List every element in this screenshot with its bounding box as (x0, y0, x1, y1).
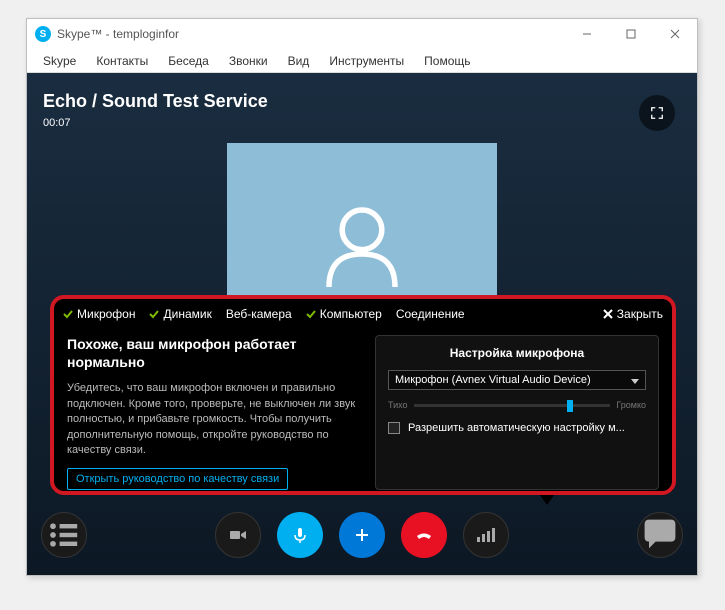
hangup-button[interactable] (401, 512, 447, 558)
volume-slider-row: Тихо Громко (388, 400, 646, 410)
window-controls (565, 19, 697, 49)
avatar-icon (307, 188, 417, 298)
volume-max-label: Громко (616, 400, 646, 410)
minimize-button[interactable] (565, 19, 609, 49)
panel-arrow (537, 491, 557, 505)
tab-speaker[interactable]: Динамик (149, 307, 211, 321)
check-icon (149, 309, 159, 319)
app-window: S Skype™ - temploginfor Skype Контакты Б… (26, 18, 698, 576)
call-area: Echo / Sound Test Service 00:07 Микрофон… (27, 73, 697, 575)
close-panel-button[interactable]: Закрыть (603, 307, 663, 321)
menu-tools[interactable]: Инструменты (319, 51, 414, 71)
signal-icon (477, 528, 495, 542)
plus-icon (352, 525, 372, 545)
menu-conversation[interactable]: Беседа (158, 51, 219, 71)
window-title: Skype™ - temploginfor (57, 27, 179, 41)
auto-adjust-label: Разрешить автоматическую настройку м... (408, 422, 625, 434)
expand-icon (650, 106, 664, 120)
call-controls (27, 505, 697, 565)
settings-tabs: Микрофон Динамик Веб-камера Компьютер Со… (53, 299, 673, 329)
menu-contacts[interactable]: Контакты (86, 51, 158, 71)
titlebar: S Skype™ - temploginfor (27, 19, 697, 49)
call-title: Echo / Sound Test Service (43, 91, 268, 112)
video-toggle-button[interactable] (215, 512, 261, 558)
tab-computer[interactable]: Компьютер (306, 307, 382, 321)
call-quality-button[interactable] (463, 512, 509, 558)
volume-thumb[interactable] (567, 400, 573, 412)
mic-settings: Настройка микрофона Микрофон (Avnex Virt… (375, 335, 659, 490)
check-icon (63, 309, 73, 319)
open-guide-link[interactable]: Открыть руководство по качеству связи (67, 468, 288, 490)
close-window-button[interactable] (653, 19, 697, 49)
settings-body: Похоже, ваш микрофон работает нормально … (53, 329, 673, 500)
menu-calls[interactable]: Звонки (219, 51, 278, 71)
auto-adjust-checkbox-row[interactable]: Разрешить автоматическую настройку м... (388, 422, 646, 434)
tab-webcam[interactable]: Веб-камера (226, 307, 292, 321)
add-participant-button[interactable] (339, 512, 385, 558)
microphone-icon (290, 525, 310, 545)
mic-settings-title: Настройка микрофона (388, 346, 646, 360)
fullscreen-button[interactable] (639, 95, 675, 131)
call-timer: 00:07 (43, 117, 71, 129)
volume-min-label: Тихо (388, 400, 408, 410)
close-icon (603, 309, 613, 319)
mic-device-select[interactable]: Микрофон (Avnex Virtual Audio Device) (388, 370, 646, 390)
mic-toggle-button[interactable] (277, 512, 323, 558)
chat-icon (638, 513, 682, 557)
menu-help[interactable]: Помощь (414, 51, 480, 71)
maximize-button[interactable] (609, 19, 653, 49)
mic-status-description: Убедитесь, что ваш микрофон включен и пр… (67, 381, 357, 458)
tab-microphone[interactable]: Микрофон (63, 307, 135, 321)
video-icon (228, 525, 248, 545)
skype-logo-icon: S (35, 26, 51, 42)
call-settings-panel: Микрофон Динамик Веб-камера Компьютер Со… (53, 299, 673, 491)
check-icon (306, 309, 316, 319)
mic-status-heading: Похоже, ваш микрофон работает нормально (67, 335, 357, 371)
menubar: Skype Контакты Беседа Звонки Вид Инструм… (27, 49, 697, 73)
settings-info: Похоже, ваш микрофон работает нормально … (67, 335, 357, 490)
auto-adjust-checkbox[interactable] (388, 422, 400, 434)
menu-view[interactable]: Вид (278, 51, 320, 71)
hangup-icon (414, 525, 434, 545)
tab-connection[interactable]: Соединение (396, 307, 465, 321)
chat-button[interactable] (637, 512, 683, 558)
volume-slider[interactable] (414, 404, 611, 407)
menu-skype[interactable]: Skype (33, 51, 86, 71)
